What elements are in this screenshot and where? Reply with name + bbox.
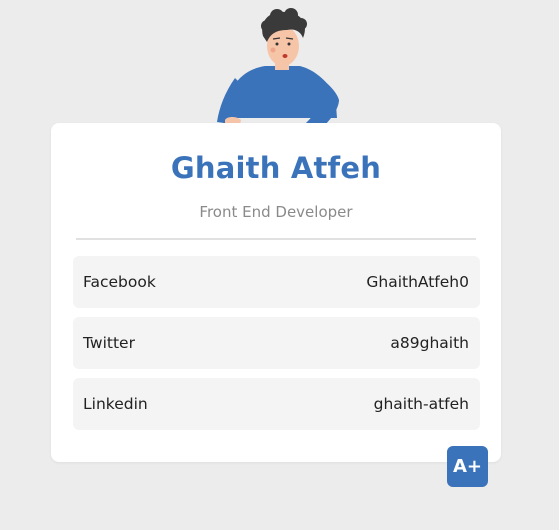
profile-card: Ghaith Atfeh Front End Developer Faceboo… (51, 123, 501, 462)
link-handle: a89ghaith (390, 334, 469, 352)
profile-role: Front End Developer (199, 203, 353, 221)
link-handle: ghaith-atfeh (373, 395, 469, 413)
link-label: Facebook (83, 273, 156, 291)
link-row-linkedin[interactable]: Linkedin ghaith-atfeh (73, 378, 480, 430)
profile-name: Ghaith Atfeh (170, 151, 382, 185)
link-handle: GhaithAtfeh0 (366, 273, 469, 291)
font-size-increase-button[interactable]: A+ (447, 446, 488, 487)
link-row-facebook[interactable]: Facebook GhaithAtfeh0 (73, 256, 480, 308)
link-label: Linkedin (83, 395, 148, 413)
divider (76, 238, 476, 240)
link-row-twitter[interactable]: Twitter a89ghaith (73, 317, 480, 369)
link-label: Twitter (83, 334, 135, 352)
